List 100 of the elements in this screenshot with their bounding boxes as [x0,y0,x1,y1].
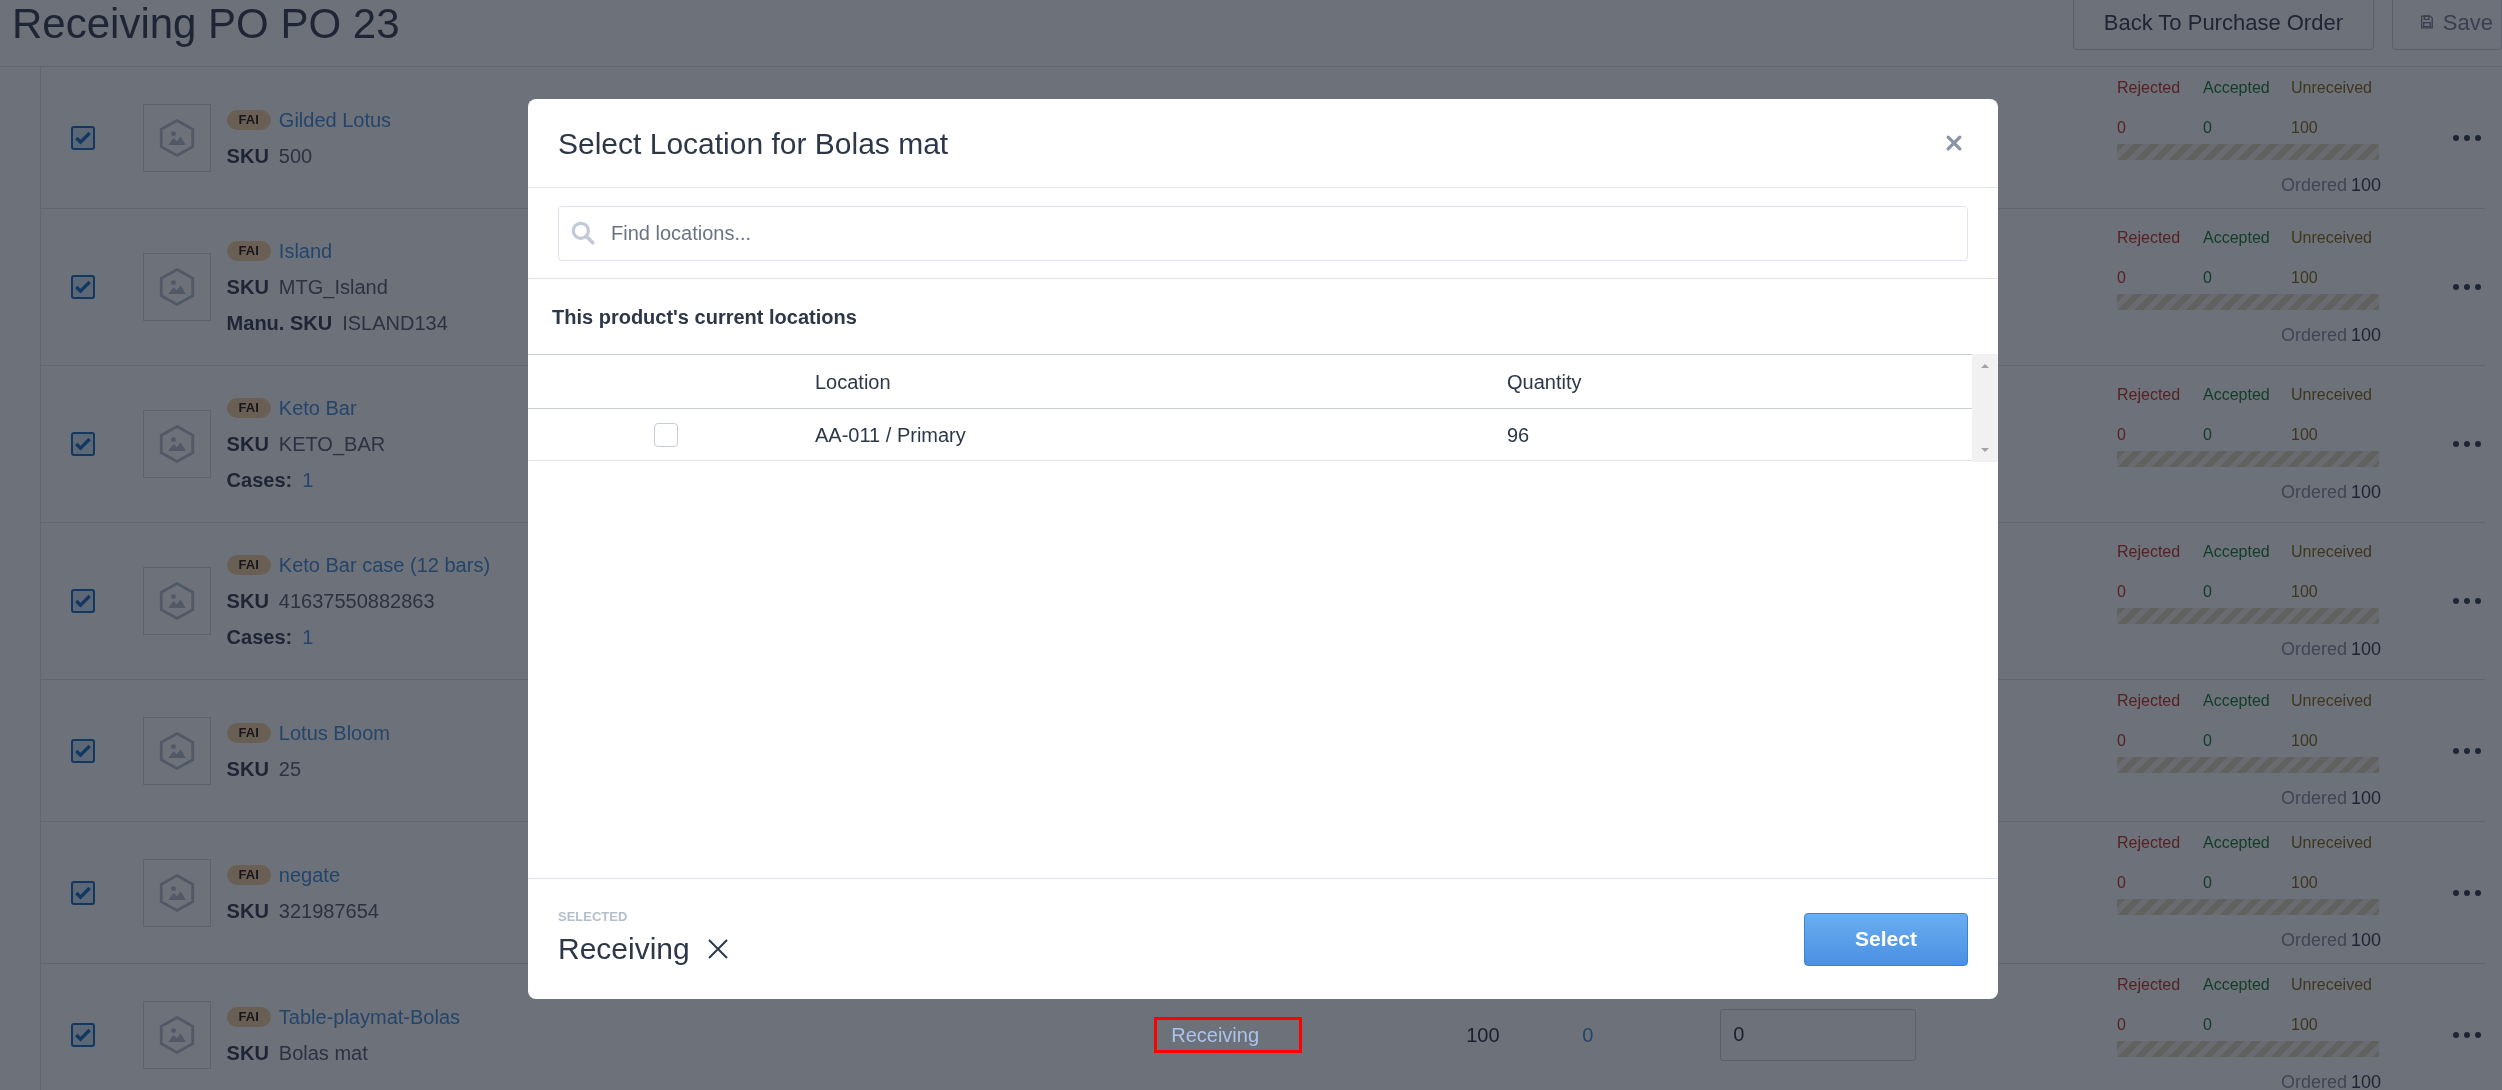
ordered-value: 100 [2350,929,2381,952]
stat-label: Accepted [2203,384,2271,405]
product-link[interactable]: Keto Bar [278,393,357,423]
selected-label: SELECTED [558,907,629,926]
stat-label: Rejected [2117,975,2182,995]
checkbox[interactable] [71,589,95,613]
field-label: SKU [226,143,269,169]
save-icon [2419,12,2435,32]
back-button[interactable]: Back To Purchase Order [2072,0,2374,50]
field-value: 321987654 [278,898,379,924]
field-label: Cases: [226,625,293,650]
field-label: Manu. SKU [226,311,333,336]
stat-value: 0 [2117,1015,2127,1035]
stat-value: 0 [2117,118,2127,138]
field-value: KETO_BAR [278,432,386,458]
stat-label: Unreceived [2291,541,2373,562]
ordered-value: 100 [2350,1071,2381,1090]
stat-value: 100 [2291,731,2319,751]
column-header: Location [815,369,892,395]
stat-label: Rejected [2117,691,2182,711]
stat-label: Unreceived [2291,227,2373,248]
field-label: SKU [226,589,269,614]
field-label: SKU [226,756,269,782]
badge: FAI [226,398,271,418]
field-value: Bolas mat [278,1040,368,1066]
stat-value: 100 [2291,424,2319,445]
field-value: 41637550882863 [278,589,435,614]
stat-value: 100 [2291,1015,2319,1035]
cases-link[interactable]: 1 [302,622,314,652]
stat-label: Unreceived [2291,384,2373,405]
quantity-value: 100 [1466,1022,1501,1048]
dialog-title: Select Location for Bolas mat [558,125,949,162]
field-value: 25 [278,756,302,782]
field-value: 500 [278,143,313,169]
stat-label: Accepted [2203,975,2271,995]
checkbox[interactable] [71,275,95,299]
stat-value: 0 [2203,731,2213,751]
badge: FAI [226,109,271,130]
location-link[interactable]: Receiving [1154,1016,1303,1053]
stat-label: Rejected [2117,384,2182,405]
product-link[interactable]: Table-playmat-Bolas [278,1001,461,1032]
stat-label: Accepted [2203,227,2271,248]
field-label: SKU [226,275,269,300]
field-label: SKU [226,432,269,457]
checkbox[interactable] [71,125,95,150]
ordered-value: 100 [2350,480,2381,504]
search-icon [570,219,596,246]
checkbox[interactable] [71,738,95,763]
stat-label: Rejected [2117,78,2182,98]
stat-value: 100 [2291,873,2319,893]
scrollbar[interactable] [1972,354,1998,462]
search-field[interactable]: Find locations... [558,205,1968,261]
badge: FAI [226,864,271,885]
stat-value: 0 [2203,118,2213,138]
stat-value: 100 [2291,118,2319,138]
stat-label: Rejected [2117,541,2182,562]
stat-value: 0 [2117,267,2127,288]
stat-value: 0 [2203,873,2213,893]
field-value: ISLAND134 [342,311,448,336]
received-value: 0 [1582,1022,1595,1048]
ordered-value: 100 [2350,323,2381,347]
ordered-value: 100 [2350,637,2381,661]
field-label: SKU [226,898,269,924]
stat-label: Unreceived [2291,78,2373,98]
quantity-input[interactable]: 0 [1720,1008,1917,1061]
stat-value: 100 [2291,267,2319,288]
product-link[interactable]: Island [278,236,333,266]
product-link[interactable]: Gilded Lotus [278,104,392,135]
product-link[interactable]: Lotus Bloom [278,717,390,748]
product-link[interactable]: negate [278,859,340,890]
stat-value: 0 [2117,731,2127,751]
product-link[interactable]: Keto Bar case (12 bars) [278,550,491,580]
stat-label: Unreceived [2291,975,2373,995]
badge: FAI [226,241,271,261]
stat-value: 0 [2117,873,2127,893]
stat-label: Rejected [2117,833,2182,853]
select-button[interactable]: Select [1804,912,1968,966]
page-title: Receiving PO PO 23 [11,0,400,48]
close-icon [1944,133,1964,153]
field-label: Cases: [226,468,293,493]
stat-value: 0 [2203,424,2213,445]
stat-value: 0 [2203,267,2213,288]
column-header: Quantity [1507,369,1582,395]
cases-link[interactable]: 1 [302,465,314,495]
badge: FAI [226,555,271,575]
stat-value: 0 [2117,581,2127,602]
checkbox[interactable] [71,432,95,456]
stat-value: 0 [2203,581,2213,602]
ordered-value: 100 [2350,174,2381,197]
stat-label: Rejected [2117,227,2182,248]
clear-button[interactable] [705,936,730,961]
stat-label: Accepted [2203,833,2271,853]
stat-label: Unreceived [2291,691,2373,711]
field-label: SKU [226,1040,269,1066]
field-value: MTG_Island [278,275,388,301]
section-title: This product's current locations [552,304,857,330]
checkbox[interactable] [71,880,95,905]
stat-label: Accepted [2203,691,2271,711]
close-icon [705,936,730,961]
checkbox[interactable] [71,1022,95,1047]
